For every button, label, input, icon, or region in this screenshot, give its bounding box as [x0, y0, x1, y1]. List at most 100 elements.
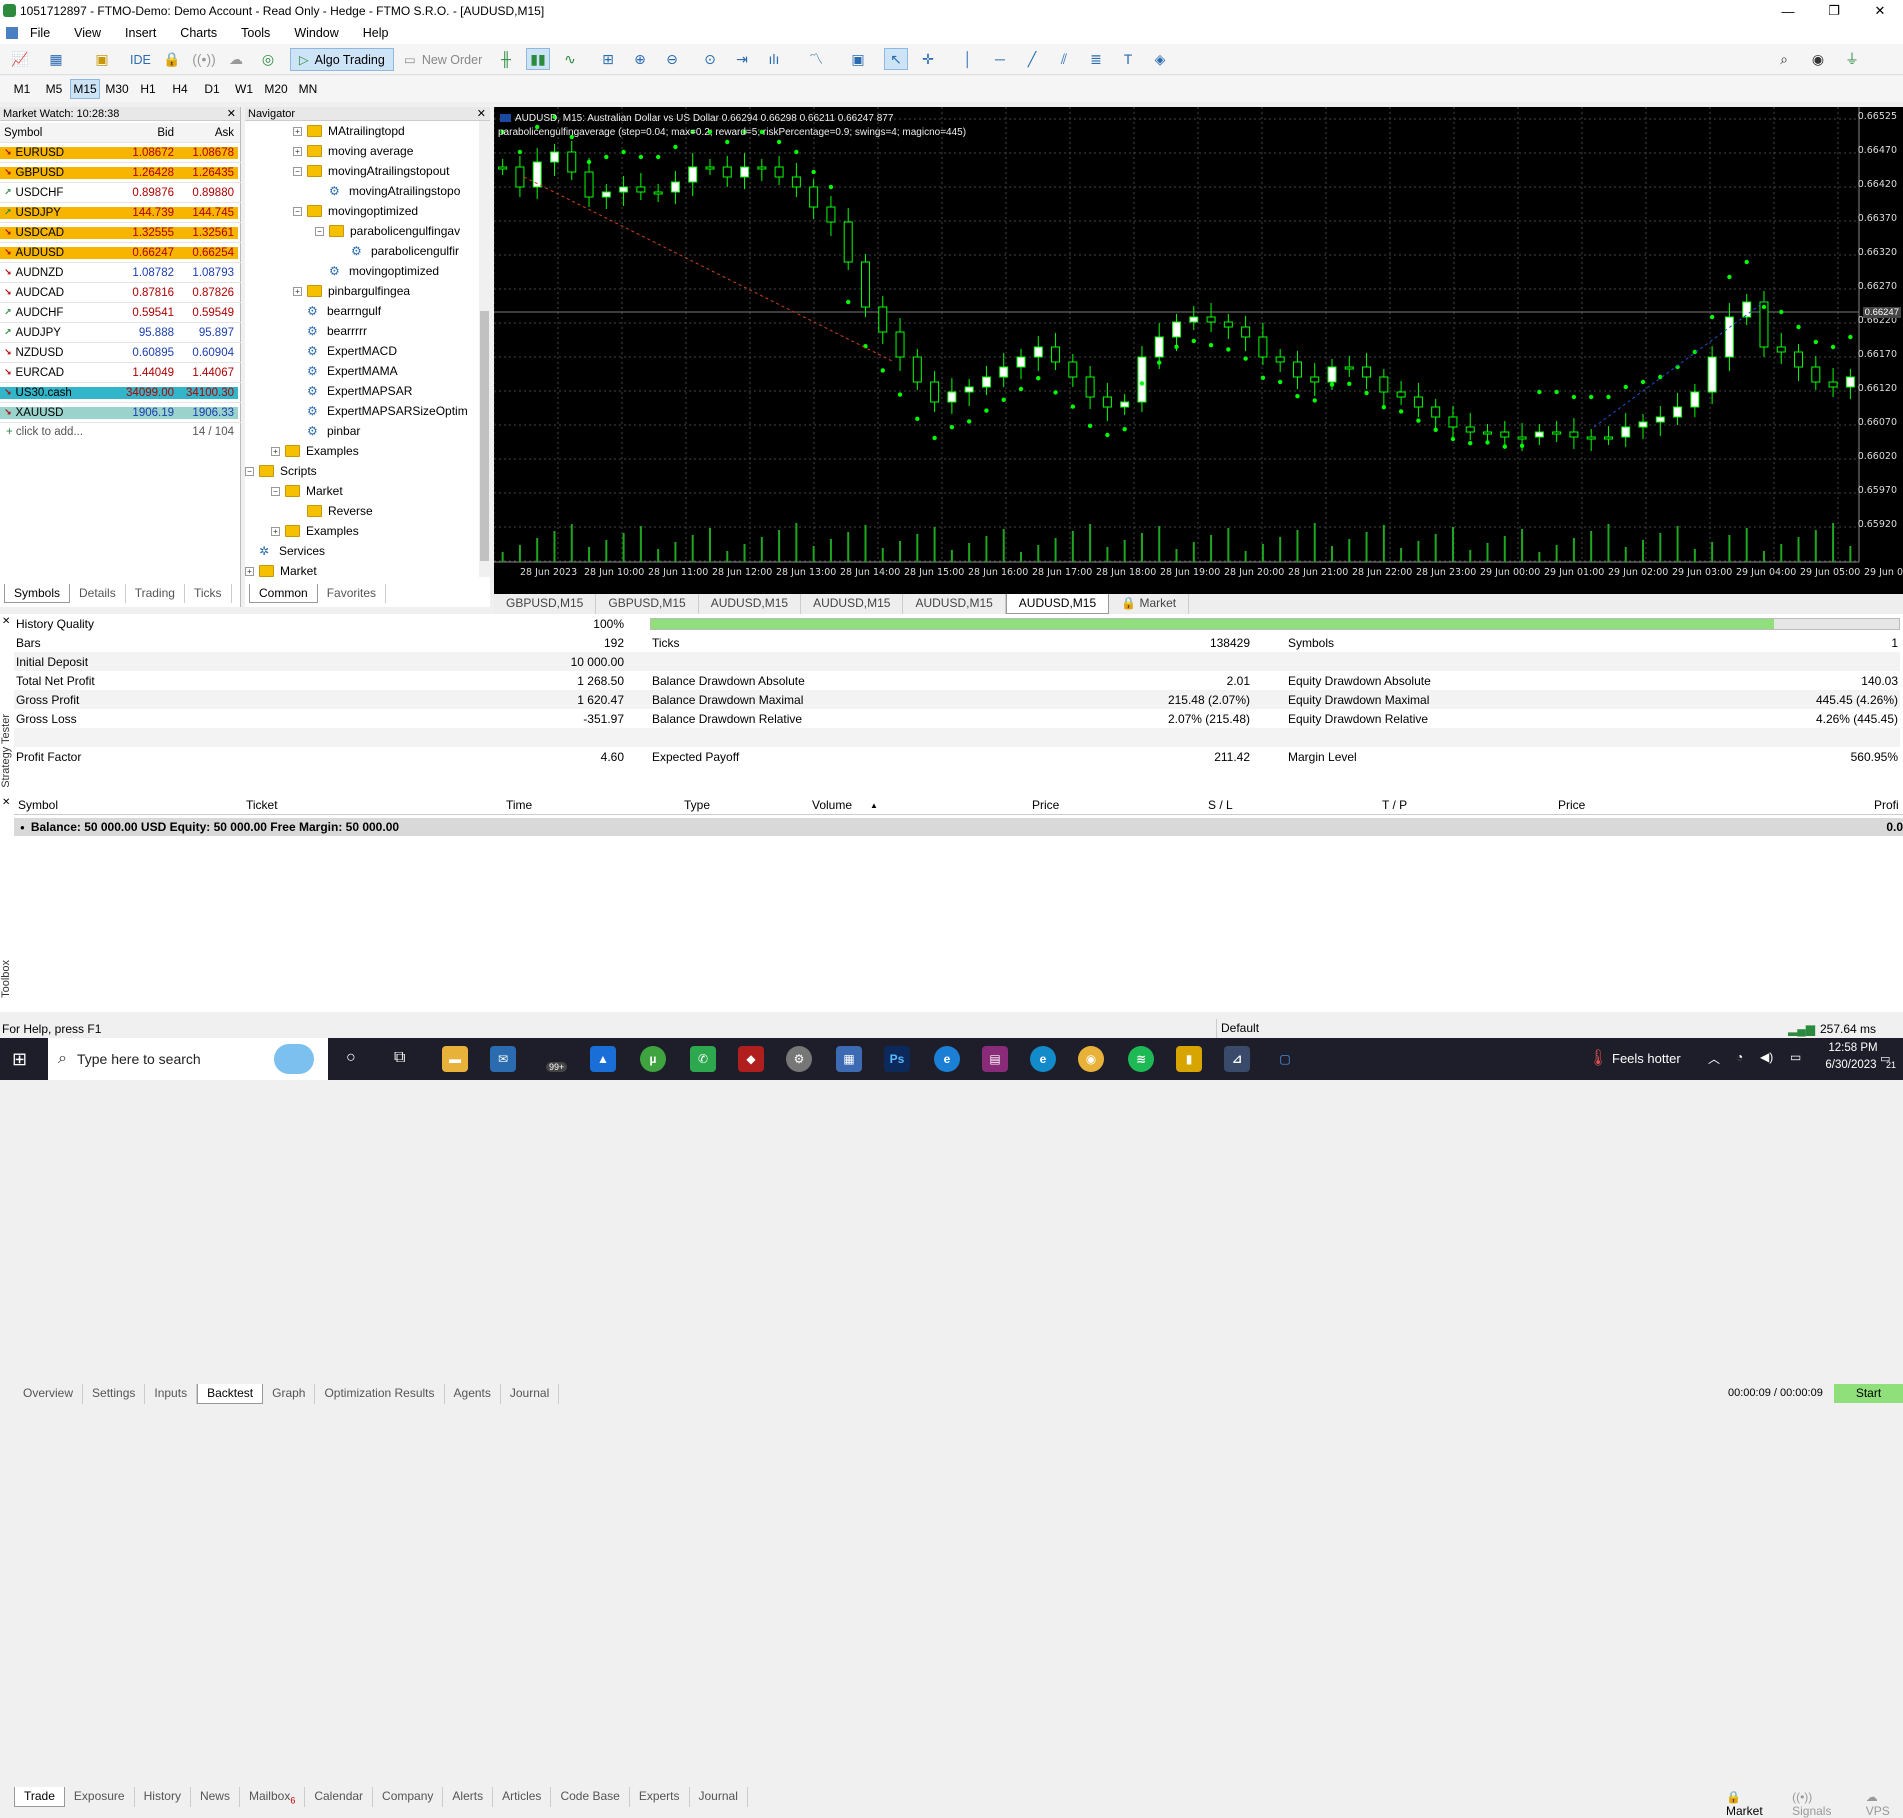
toolbox-tab-trade[interactable]: Trade — [14, 1787, 65, 1807]
restore-button[interactable]: ❐ — [1811, 0, 1857, 22]
trendline-icon[interactable]: ╱ — [1020, 48, 1044, 70]
refresh-icon[interactable]: ◎ — [256, 48, 280, 70]
navigator-item[interactable]: ⚙ bearrngulf — [293, 301, 381, 321]
toolbox-tab-alerts[interactable]: Alerts — [443, 1787, 494, 1807]
navigator-item[interactable]: ⚙ ExpertMACD — [293, 341, 397, 361]
search-icon[interactable]: ⌕ — [1772, 48, 1796, 70]
clock-time[interactable]: 12:58 PM — [1826, 1042, 1880, 1054]
expand-icon[interactable]: + — [293, 286, 302, 296]
market-watch-row[interactable]: ↘ NZDUSD 0.60895 0.60904 — [0, 343, 241, 363]
tf-h4[interactable]: H4 — [168, 79, 192, 99]
chart-tab-1[interactable]: GBPUSD,M15 — [494, 594, 597, 614]
col-profit[interactable]: Profi — [1874, 798, 1899, 812]
col-volume[interactable]: Volume — [812, 798, 852, 812]
menu-view[interactable]: View — [62, 26, 113, 40]
taskbar-search[interactable]: ⌕ Type here to search — [48, 1038, 328, 1080]
vertical-line-icon[interactable]: │ — [956, 48, 980, 70]
toolbox-tab-mailbox[interactable]: Mailbox6 — [240, 1787, 306, 1807]
tf-m5[interactable]: M5 — [42, 79, 66, 99]
photoshop-icon[interactable]: Ps — [884, 1046, 910, 1072]
navigator-item[interactable]: + Examples — [271, 441, 359, 461]
calculator-icon[interactable]: ▦ — [836, 1046, 862, 1072]
navigator-item[interactable]: − parabolicengulfingav — [315, 221, 460, 241]
col-time[interactable]: Time — [506, 798, 532, 812]
oscillators-icon[interactable]: 〽 — [804, 48, 828, 70]
notes-app-icon[interactable]: ▮ — [1176, 1046, 1202, 1072]
wifi-icon[interactable]: ◔ — [1736, 1050, 1743, 1064]
autoscroll-icon[interactable]: ⇥ — [730, 48, 754, 70]
tf-m30[interactable]: M30 — [102, 79, 132, 99]
vps-link[interactable]: ☁ VPS — [1866, 1790, 1903, 1818]
navigator-item[interactable]: ⚙ ExpertMAPSARSizeOptim — [293, 401, 468, 421]
navigator-item[interactable]: ⚙ parabolicengulfir — [337, 241, 459, 261]
ide-button[interactable]: IDE — [122, 48, 159, 71]
navigator-scrollbar[interactable] — [479, 121, 490, 577]
toolbox-tab-code-base[interactable]: Code Base — [551, 1787, 630, 1807]
volume-icon[interactable]: ◀) — [1760, 1050, 1773, 1064]
navigator-item[interactable]: Reverse — [293, 501, 373, 521]
collapse-icon[interactable]: − — [293, 166, 302, 176]
toolbox-tab-news[interactable]: News — [191, 1787, 240, 1807]
toolbox-tab-history[interactable]: History — [135, 1787, 191, 1807]
market-watch-row[interactable]: ↗ AUDCHF 0.59541 0.59549 — [0, 303, 241, 323]
signal-strength-icon[interactable]: ⏚ — [1840, 48, 1864, 70]
toolbox-tab-journal[interactable]: Journal — [690, 1787, 748, 1807]
chart-tab-2[interactable]: GBPUSD,M15 — [596, 594, 699, 614]
indicators-icon[interactable]: ılı — [762, 48, 786, 70]
tab-trading[interactable]: Trading — [126, 584, 185, 603]
channel-icon[interactable]: ⫽ — [1052, 48, 1076, 70]
photos-icon[interactable]: ▲ — [590, 1046, 616, 1072]
navigator-item[interactable]: + pinbargulfingea — [293, 281, 410, 301]
crosshair-icon[interactable]: ✛ — [916, 48, 940, 70]
market-watch-row[interactable]: ↘ US30.cash 34099.00 34100.30 — [0, 383, 241, 403]
edge-icon[interactable]: e — [934, 1046, 960, 1072]
zoom-out-icon[interactable]: ⊖ — [660, 48, 684, 70]
fibonacci-icon[interactable]: ≣ — [1084, 48, 1108, 70]
menu-tools[interactable]: Tools — [229, 26, 282, 40]
account-icon[interactable]: ◉ — [1806, 48, 1830, 70]
lock-icon[interactable]: 🔒 — [160, 48, 184, 70]
col-price[interactable]: Price — [1032, 798, 1059, 812]
start-button[interactable]: Start — [1834, 1384, 1903, 1403]
collapse-icon[interactable]: − — [315, 226, 324, 236]
chart-tab-3[interactable]: AUDUSD,M15 — [699, 594, 802, 614]
expand-icon[interactable]: + — [271, 446, 280, 456]
profiles-icon[interactable]: ▦ — [44, 48, 68, 70]
close-toolbox-icon[interactable]: ✕ — [2, 797, 10, 808]
expand-icon[interactable]: + — [293, 126, 302, 136]
menu-window[interactable]: Window — [282, 26, 350, 40]
search-chart-icon[interactable]: ⊙ — [698, 48, 722, 70]
market-watch-row[interactable]: ↗ USDCHF 0.89876 0.89880 — [0, 183, 241, 203]
tf-d1[interactable]: D1 — [200, 79, 224, 99]
horizontal-line-icon[interactable]: ─ — [988, 48, 1012, 70]
tf-m20[interactable]: M20 — [262, 79, 290, 99]
navigator-item[interactable]: ⚙ bearrrrr — [293, 321, 367, 341]
screenshot-icon[interactable]: ▣ — [846, 48, 870, 70]
cloud-icon[interactable]: ☁ — [224, 48, 248, 70]
task-view-icon[interactable]: ⧉ — [394, 1049, 405, 1067]
close-panel-icon[interactable]: ✕ — [227, 107, 236, 120]
new-order-button[interactable]: ▭ New Order — [396, 48, 490, 71]
signal-icon[interactable]: ((•)) — [192, 48, 216, 70]
tab-optimization-results[interactable]: Optimization Results — [315, 1384, 445, 1404]
col-type[interactable]: Type — [684, 798, 710, 812]
market-watch-row[interactable]: ↘ AUDCAD 0.87816 0.87826 — [0, 283, 241, 303]
navigator-item[interactable]: ⚙ ExpertMAMA — [293, 361, 398, 381]
spotify-icon[interactable]: ≋ — [1128, 1046, 1154, 1072]
collapse-icon[interactable]: − — [245, 466, 254, 476]
line-chart-icon[interactable]: ∿ — [558, 48, 582, 70]
algo-trading-button[interactable]: ▷ Algo Trading — [290, 48, 394, 71]
navigator-item[interactable]: + Examples — [271, 521, 359, 541]
app-window-icon[interactable]: ▢ — [1272, 1046, 1298, 1072]
scroll-thumb[interactable] — [480, 311, 489, 561]
file-explorer-icon[interactable]: ▬ — [442, 1046, 468, 1072]
windows-start-icon[interactable]: ⊞ — [12, 1049, 27, 1070]
menu-insert[interactable]: Insert — [113, 26, 168, 40]
menu-file[interactable]: File — [18, 26, 62, 40]
settings-app-icon[interactable]: ⚙ — [786, 1046, 812, 1072]
cursor-icon[interactable]: ↖ — [884, 48, 908, 70]
tf-m1[interactable]: M1 — [10, 79, 34, 99]
navigator-item[interactable]: ⚙ movingoptimized — [315, 261, 439, 281]
tab-favorites[interactable]: Favorites — [318, 584, 387, 603]
close-tester-icon[interactable]: ✕ — [2, 616, 10, 627]
